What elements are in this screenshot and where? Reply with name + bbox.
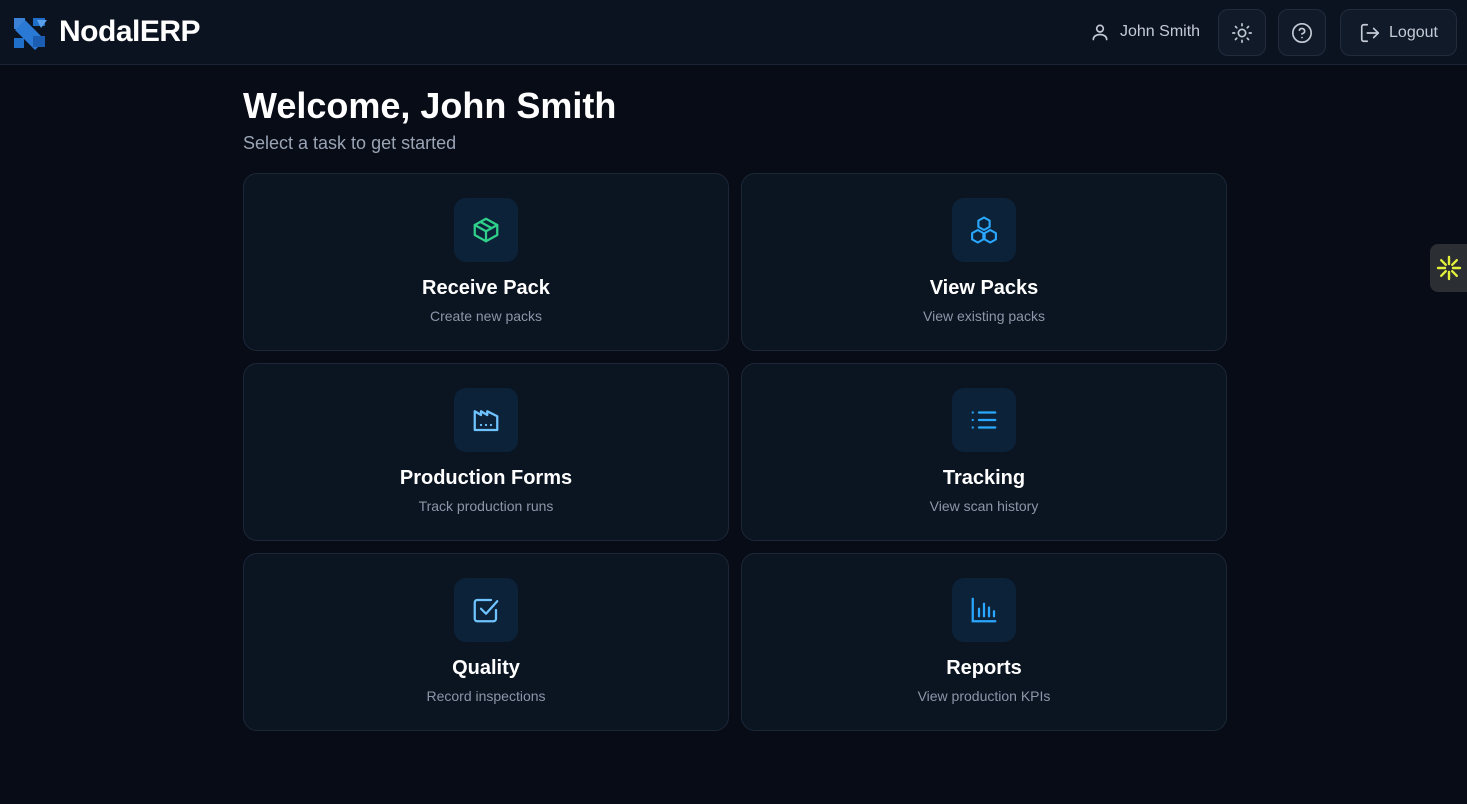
help-button[interactable]: [1278, 9, 1326, 56]
task-title: View Packs: [929, 277, 1039, 299]
asterisk-icon: [1436, 255, 1461, 281]
page-subtitle: Select a task to get started: [243, 133, 457, 153]
task-icon-container: [454, 578, 518, 642]
task-subtitle: View production KPIs: [917, 688, 1051, 704]
task-icon-container: [952, 388, 1016, 452]
task-card-receive-pack[interactable]: Receive Pack Create new packs: [243, 173, 729, 351]
nodal-logo-icon: [14, 18, 47, 50]
task-title: Production Forms: [399, 467, 573, 489]
theme-toggle-button[interactable]: [1218, 9, 1266, 56]
list-icon: [971, 411, 997, 429]
user-menu[interactable]: John Smith: [1090, 20, 1200, 44]
task-title: Quality: [452, 657, 520, 679]
task-card-reports[interactable]: Reports View production KPIs: [741, 553, 1227, 731]
task-icon-container: [454, 198, 518, 262]
task-title: Tracking: [942, 467, 1026, 489]
box-icon: [473, 217, 499, 243]
sun-icon: [1232, 22, 1252, 43]
side-assistant-tab[interactable]: [1430, 244, 1467, 292]
top-bar: NodalERP John Smith Logout: [0, 0, 1467, 65]
user-icon: [1092, 24, 1108, 41]
task-icon-container: [952, 198, 1016, 262]
brand[interactable]: NodalERP: [11, 14, 201, 50]
task-grid: Receive Pack Create new packs View Packs…: [243, 173, 1227, 731]
factory-icon: [473, 410, 499, 432]
task-subtitle: View existing packs: [923, 308, 1045, 324]
logout-label: Logout: [1389, 23, 1438, 41]
task-card-production-forms[interactable]: Production Forms Track production runs: [243, 363, 729, 541]
logout-icon: [1360, 23, 1380, 42]
task-subtitle: Track production runs: [418, 498, 554, 514]
boxes-icon: [971, 216, 997, 244]
page-title: Welcome, John Smith: [243, 85, 617, 126]
task-icon-container: [454, 388, 518, 452]
user-name: John Smith: [1120, 23, 1201, 40]
task-subtitle: Create new packs: [429, 308, 543, 324]
task-icon-container: [952, 578, 1016, 642]
check-square-icon: [473, 598, 499, 623]
task-card-tracking[interactable]: Tracking View scan history: [741, 363, 1227, 541]
task-card-view-packs[interactable]: View Packs View existing packs: [741, 173, 1227, 351]
task-title: Receive Pack: [422, 277, 550, 299]
task-title: Reports: [946, 657, 1022, 679]
bar-chart-icon: [971, 597, 997, 623]
app-name: NodalERP: [59, 15, 201, 48]
task-card-quality[interactable]: Quality Record inspections: [243, 553, 729, 731]
logout-button[interactable]: Logout: [1340, 9, 1457, 56]
help-circle-icon: [1292, 22, 1312, 43]
task-subtitle: View scan history: [929, 498, 1039, 514]
task-subtitle: Record inspections: [426, 688, 546, 704]
